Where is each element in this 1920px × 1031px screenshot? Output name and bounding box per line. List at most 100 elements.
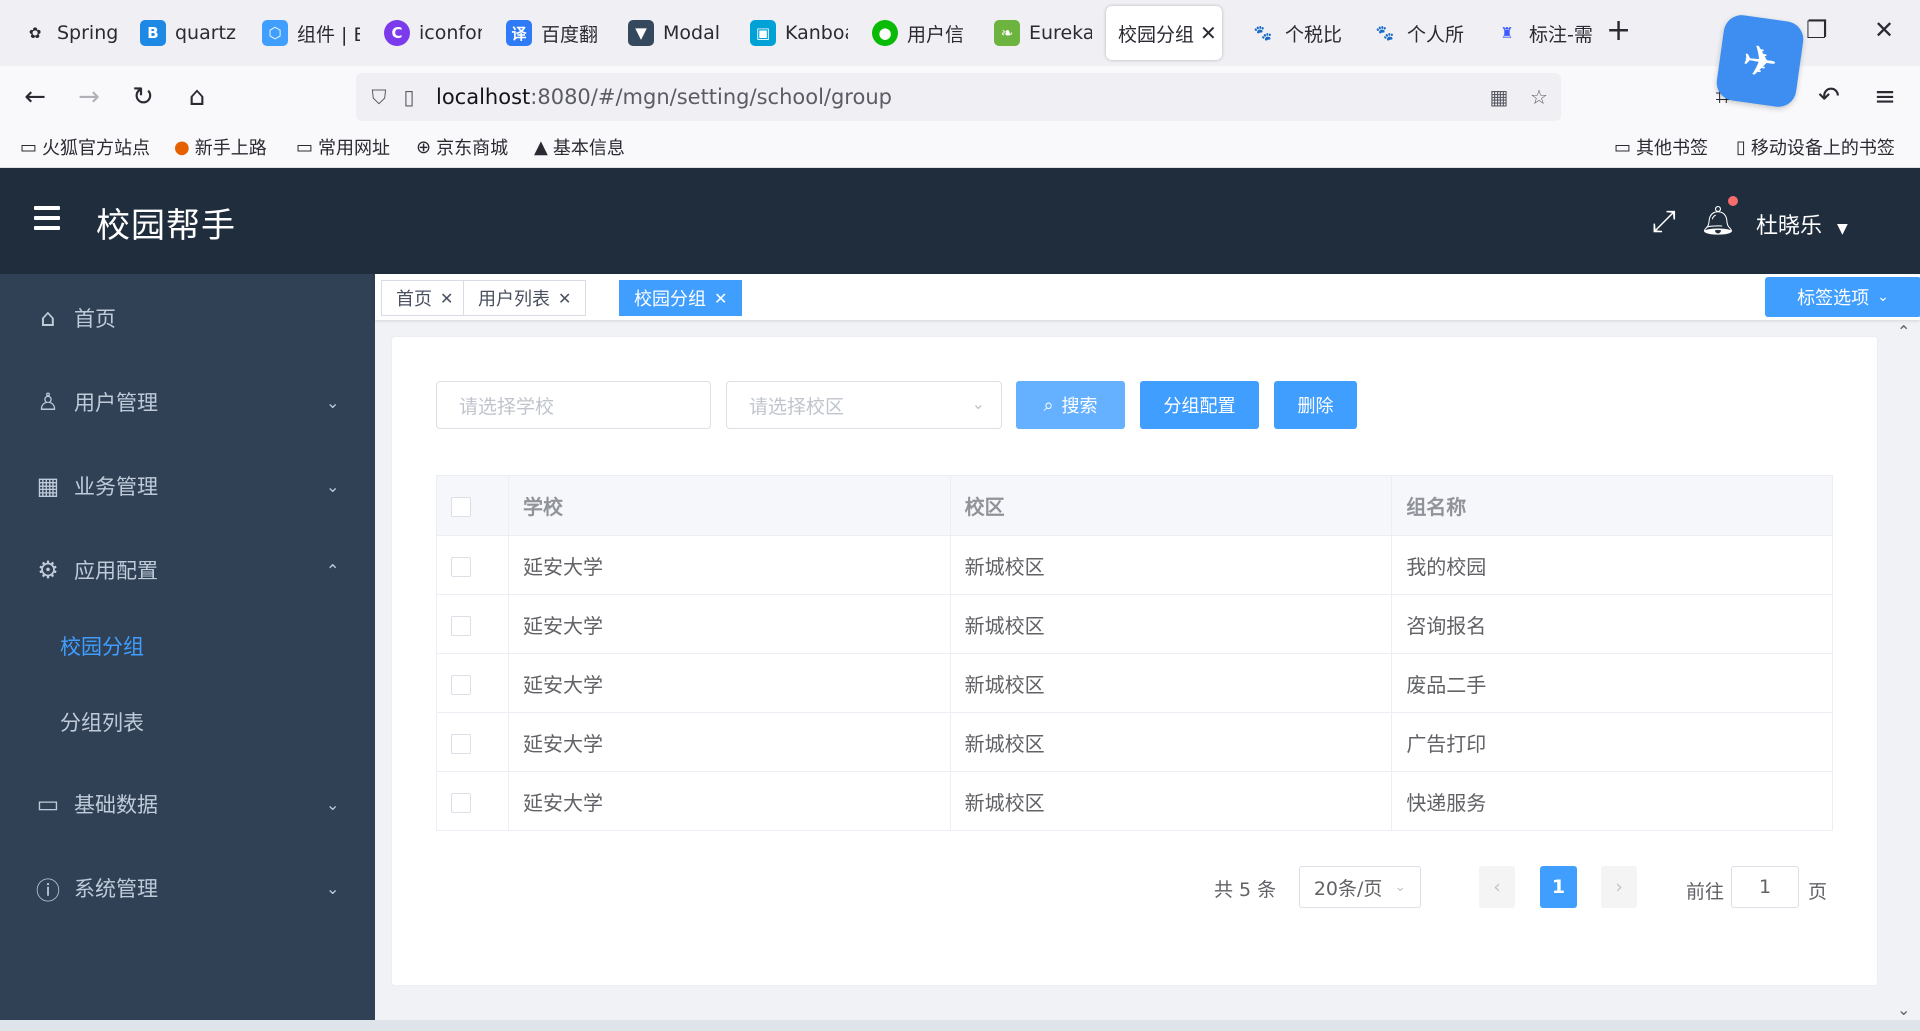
- menu-icon[interactable]: ≡: [1868, 80, 1902, 114]
- new-tab-button[interactable]: +: [1606, 16, 1631, 46]
- browser-tab[interactable]: ♜ 标注-需: [1480, 6, 1592, 60]
- forward-arrow-icon[interactable]: →: [72, 80, 106, 114]
- bookmark-label: 移动设备上的书签: [1750, 138, 1895, 159]
- browser-tab[interactable]: ▼ Modal: [614, 6, 726, 60]
- browser-tab[interactable]: ⬡ 组件 | E: [248, 6, 360, 60]
- close-window-icon[interactable]: ✕: [1874, 16, 1894, 44]
- browser-tab[interactable]: 🐾 个税比: [1236, 6, 1348, 60]
- close-icon[interactable]: ✕: [440, 289, 453, 308]
- shield-icon[interactable]: ⛉: [364, 85, 394, 109]
- chevron-down-icon: ⌄: [1394, 879, 1407, 895]
- sidebar-item-business-management[interactable]: ▦ 业务管理 ⌄: [0, 456, 375, 516]
- browser-tab[interactable]: ✿ Spring: [8, 6, 118, 60]
- page-size-select[interactable]: 20条/页 ⌄: [1299, 866, 1421, 908]
- browser-tab[interactable]: 译 百度翻: [492, 6, 604, 60]
- browser-tab[interactable]: B quartz: [126, 6, 236, 60]
- tag-options-button[interactable]: 标签选项 ⌄: [1765, 277, 1920, 317]
- sidebar-item-label: 应用配置: [74, 559, 158, 583]
- back-arrow-icon[interactable]: ←: [18, 80, 52, 114]
- campus-select-input[interactable]: 请选择校区 ⌄: [726, 381, 1002, 429]
- table-row[interactable]: 延安大学 新城校区 废品二手: [436, 653, 1833, 713]
- tag-campus-group[interactable]: 校园分组 ✕: [619, 280, 743, 316]
- vue-logo-icon: ▼: [628, 20, 654, 46]
- browser-tab[interactable]: ● 用户信: [858, 6, 970, 60]
- search-button[interactable]: ⌕ 搜索: [1016, 381, 1125, 429]
- select-all-cell[interactable]: [436, 475, 509, 536]
- cell-school: 延安大学: [508, 653, 951, 713]
- browser-tab-active[interactable]: 校园分组 ✕: [1106, 6, 1222, 60]
- restore-window-icon[interactable]: ❐: [1806, 16, 1828, 44]
- bookmark-item[interactable]: ▭ 常用网址: [296, 134, 390, 160]
- page-info-icon[interactable]: ▯: [394, 85, 424, 109]
- address-bar[interactable]: ⛉ ▯ localhost:8080/#/mgn/setting/school/…: [356, 73, 1561, 121]
- baidu-paw-icon: 🐾: [1253, 24, 1273, 42]
- scroll-down-arrow-icon[interactable]: ⌄: [1897, 1000, 1910, 1019]
- floating-bird-assistant-icon[interactable]: ✈: [1714, 12, 1806, 110]
- row-checkbox[interactable]: [451, 615, 471, 636]
- table-row[interactable]: 延安大学 新城校区 我的校园: [436, 535, 1833, 595]
- cell-school: 延安大学: [508, 771, 951, 831]
- table-row[interactable]: 延安大学 新城校区 咨询报名: [436, 594, 1833, 654]
- chevron-left-icon: ‹: [1493, 876, 1501, 898]
- group-config-button[interactable]: 分组配置: [1140, 381, 1259, 429]
- row-checkbox[interactable]: [451, 674, 471, 695]
- browser-tab-title: Eureka: [1029, 22, 1092, 44]
- select-all-checkbox[interactable]: [451, 497, 471, 517]
- pagination-total: 共 5 条: [1214, 879, 1277, 901]
- grid-icon: ▦: [36, 472, 60, 500]
- tag-label: 校园分组: [634, 289, 706, 310]
- tag-home[interactable]: 首页 ✕: [381, 280, 469, 316]
- bookmark-label: 新手上路: [194, 138, 267, 159]
- fullscreen-icon[interactable]: ⤢: [1652, 204, 1676, 239]
- bookmark-item[interactable]: ▲ 基本信息: [534, 134, 625, 160]
- close-tab-icon[interactable]: ✕: [1200, 21, 1217, 45]
- browser-tab[interactable]: C iconfon: [370, 6, 482, 60]
- group-table: 学校 校区 组名称 延安大学 新城校区 我的校园 延安大学 新城校区 咨询报名 …: [436, 475, 1833, 831]
- scroll-up-arrow-icon[interactable]: ⌃: [1897, 322, 1910, 341]
- home-icon[interactable]: ⌂: [180, 80, 214, 114]
- browser-tab-title: iconfon: [419, 22, 482, 44]
- close-icon[interactable]: ✕: [714, 289, 727, 308]
- table-row[interactable]: 延安大学 新城校区 广告打印: [436, 712, 1833, 772]
- tag-user-list[interactable]: 用户列表 ✕: [463, 280, 587, 316]
- sidebar-item-home[interactable]: ⌂ 首页: [0, 288, 375, 348]
- spring-eureka-icon: ❧: [994, 20, 1020, 46]
- user-icon: ♙: [37, 388, 59, 416]
- page-number-active[interactable]: 1: [1540, 866, 1577, 908]
- sidebar-subitem-group-list[interactable]: 分组列表: [0, 692, 375, 752]
- hamburger-toggle-icon[interactable]: [34, 206, 60, 230]
- browser-tab[interactable]: ❧ Eureka: [980, 6, 1092, 60]
- star-bookmark-icon[interactable]: ☆: [1524, 85, 1554, 109]
- qr-code-icon[interactable]: ▦: [1484, 85, 1514, 109]
- bookmark-item[interactable]: ▭ 火狐官方站点: [20, 134, 150, 160]
- row-checkbox[interactable]: [451, 792, 471, 813]
- bell-icon[interactable]: 🔔︎: [1700, 204, 1736, 237]
- bookmark-item[interactable]: ▭ 其他书签: [1614, 134, 1708, 160]
- browser-tab[interactable]: 🐾 个人所: [1358, 6, 1470, 60]
- delete-button[interactable]: 删除: [1274, 381, 1357, 429]
- goto-page-input[interactable]: 1: [1731, 866, 1799, 908]
- column-header-school: 学校: [508, 475, 951, 536]
- tag-label: 首页: [396, 289, 432, 310]
- sidebar-item-app-config[interactable]: ⚙ 应用配置 ⌃: [0, 540, 375, 600]
- close-icon[interactable]: ✕: [558, 289, 571, 308]
- bookmark-item[interactable]: ⊕ 京东商城: [416, 134, 508, 160]
- table-row[interactable]: 延安大学 新城校区 快递服务: [436, 771, 1833, 831]
- bookmark-item[interactable]: ▯ 移动设备上的书签: [1736, 134, 1895, 160]
- next-page-button[interactable]: ›: [1601, 866, 1637, 908]
- school-select-input[interactable]: 请选择学校: [436, 381, 711, 429]
- row-checkbox[interactable]: [451, 556, 471, 577]
- sidebar-item-basic-data[interactable]: ▭ 基础数据 ⌄: [0, 774, 375, 834]
- sidebar-item-user-management[interactable]: ♙ 用户管理 ⌄: [0, 372, 375, 432]
- bookmark-item[interactable]: ● 新手上路: [174, 134, 267, 160]
- sidebar-item-system-management[interactable]: ⓘ 系统管理 ⌄: [0, 858, 375, 918]
- user-dropdown[interactable]: 杜晓乐 ▼: [1756, 208, 1848, 240]
- sidebar-subitem-campus-group[interactable]: 校园分组: [0, 616, 375, 676]
- prev-page-button[interactable]: ‹: [1479, 866, 1515, 908]
- undo-icon[interactable]: ↶: [1812, 80, 1846, 114]
- row-checkbox[interactable]: [451, 733, 471, 754]
- browser-tab[interactable]: ▣ Kanboa: [736, 6, 848, 60]
- sidebar-item-label: 校园分组: [60, 635, 144, 659]
- reload-icon[interactable]: ↻: [126, 80, 160, 114]
- rocket-icon: ♜: [1500, 24, 1514, 42]
